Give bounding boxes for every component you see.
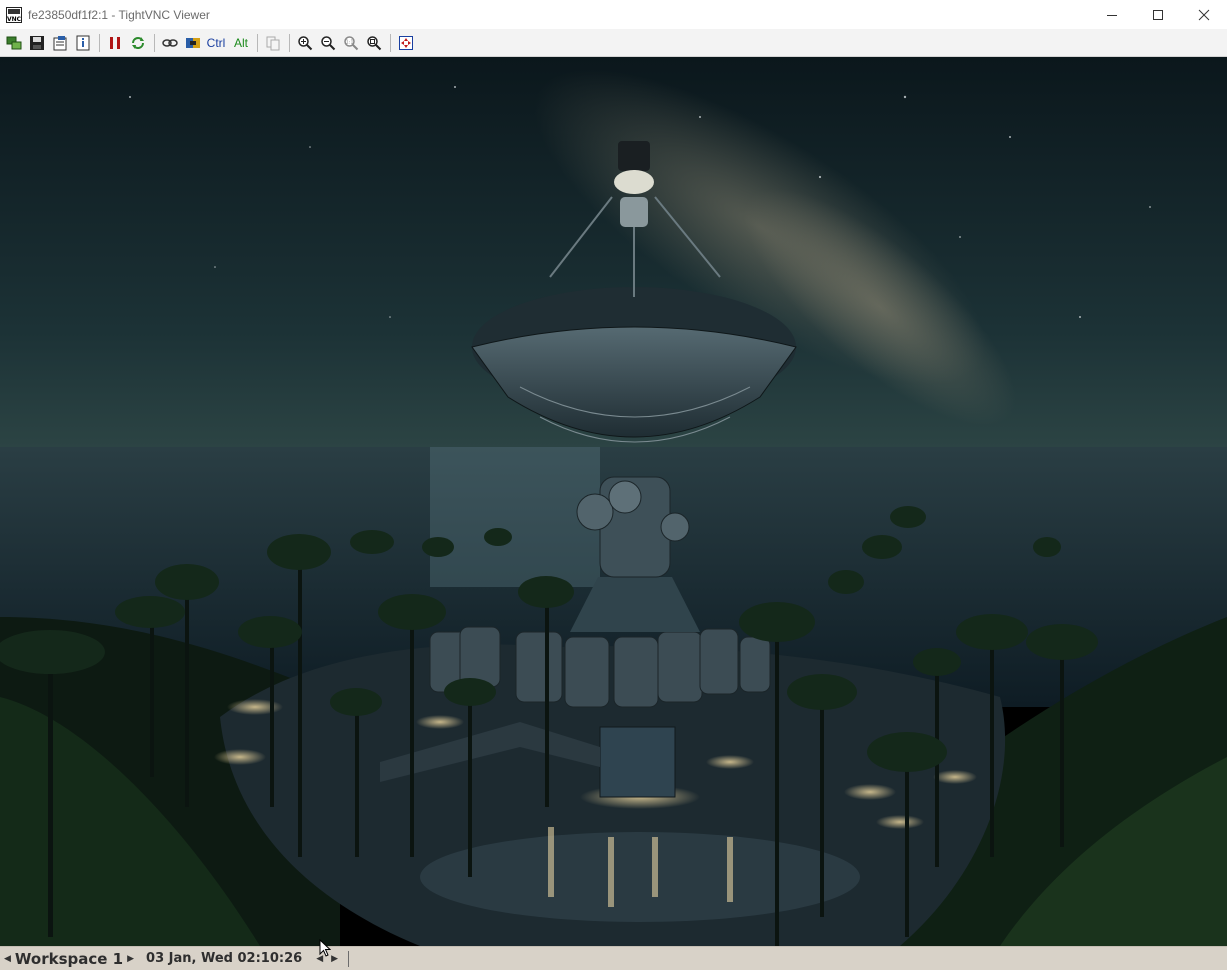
close-button[interactable] [1181,0,1227,29]
minimize-button[interactable] [1089,0,1135,29]
vnc-icon: VNC [6,6,22,23]
zoom-100-icon: 1:1 [344,35,359,50]
toolbar-separator [99,33,100,52]
pause-button[interactable] [104,32,126,54]
mouse-cursor-icon [319,939,331,957]
toolbar-separator [390,33,391,52]
zoom-in-icon [298,35,313,50]
save-button[interactable] [26,32,48,54]
copy-button[interactable] [262,32,284,54]
clock: 03 Jan, Wed 02:10:26 [146,951,303,966]
toolbar-separator [289,33,290,52]
svg-text:1:1: 1:1 [345,39,353,45]
minimize-icon [1107,14,1117,16]
options-icon [53,35,67,50]
remote-taskbar: ◀ Workspace 1 ▶ 03 Jan, Wed 02:10:26 ◀ ▶ [0,946,1227,970]
toolbar-separator [257,33,258,52]
fullscreen-icon [399,35,413,50]
new-connection-button[interactable] [3,32,25,54]
file-transfer-icon [186,37,200,48]
window-title: fe23850df1f2:1 - TightVNC Viewer [28,7,210,22]
zoom-fit-icon [367,35,382,50]
alt-key: Alt [233,35,248,50]
close-icon [1198,9,1210,20]
copy-icon [266,36,280,50]
save-icon [30,35,44,50]
file-transfer-button[interactable] [182,32,204,54]
maximize-icon [1153,9,1163,20]
ctrl-key: Ctrl [206,35,226,50]
refresh-button[interactable] [127,32,149,54]
vnc-toolbar: Ctrl Alt 1:1 [0,29,1227,57]
pause-icon [110,36,120,49]
taskbar-divider [348,950,350,967]
info-button[interactable] [72,32,94,54]
options-button[interactable] [49,32,71,54]
desktop-wallpaper [0,57,1227,946]
svg-text:VNC: VNC [7,16,22,23]
remote-desktop-view[interactable] [0,57,1227,946]
zoom-out-button[interactable] [317,32,339,54]
title-bar: VNC fe23850df1f2:1 - TightVNC Viewer [0,0,1227,29]
zoom-100-button[interactable]: 1:1 [340,32,362,54]
transfer-button[interactable] [159,32,181,54]
fullscreen-button[interactable] [395,32,417,54]
new-connection-icon [6,36,22,49]
zoom-out-icon [321,35,336,50]
info-icon [76,35,90,50]
task-next-arrow-icon[interactable]: ▶ [331,954,338,964]
workspace-next-arrow-icon[interactable]: ▶ [127,954,134,964]
alt-key-button[interactable]: Alt [230,32,252,54]
transfer-icon [162,38,178,47]
refresh-icon [132,36,144,49]
zoom-fit-button[interactable] [363,32,385,54]
workspace-label[interactable]: Workspace 1 [15,950,123,968]
toolbar-separator [154,33,155,52]
ctrl-key-button[interactable]: Ctrl [205,32,227,54]
workspace-prev-arrow-icon[interactable]: ◀ [4,954,11,964]
zoom-in-button[interactable] [294,32,316,54]
maximize-button[interactable] [1135,0,1181,29]
